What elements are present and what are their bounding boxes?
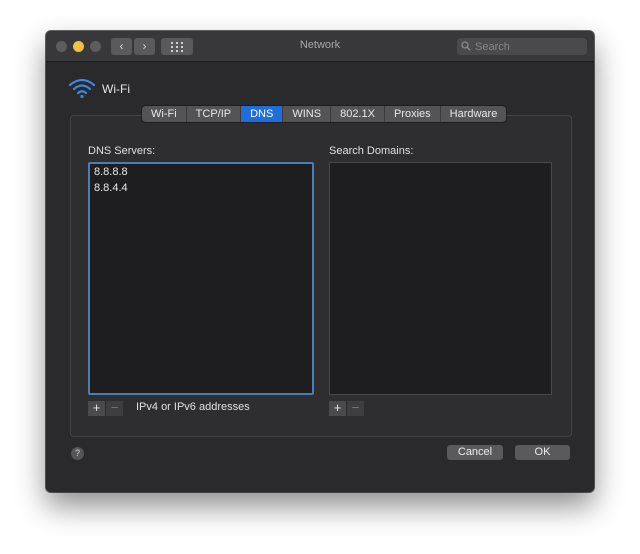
add-dns-button[interactable]: +: [88, 401, 106, 416]
dns-add-remove-control: + −: [88, 401, 123, 416]
cancel-button[interactable]: Cancel: [447, 445, 503, 460]
ok-button[interactable]: OK: [515, 445, 570, 460]
list-item[interactable]: 8.8.4.4: [90, 180, 312, 196]
remove-domain-button[interactable]: −: [347, 401, 364, 416]
tab-tcpip[interactable]: TCP/IP: [187, 106, 242, 122]
search-domains-label: Search Domains:: [329, 145, 414, 157]
tab-wifi[interactable]: Wi-Fi: [142, 106, 187, 122]
titlebar: ‹ › Network: [46, 31, 594, 62]
tab-proxies[interactable]: Proxies: [385, 106, 441, 122]
interface-name: Wi-Fi: [102, 82, 130, 96]
network-window: ‹ › Network Wi-Fi Wi-Fi TCP/IP DNS WINS: [46, 31, 594, 492]
dns-hint: IPv4 or IPv6 addresses: [136, 401, 250, 413]
tab-hardware[interactable]: Hardware: [441, 106, 507, 122]
wifi-icon: [68, 78, 96, 99]
search-icon: [461, 41, 471, 51]
search-input[interactable]: [457, 38, 587, 55]
dns-servers-label: DNS Servers:: [88, 145, 156, 157]
tab-dns[interactable]: DNS: [241, 106, 284, 122]
tab-wins[interactable]: WINS: [283, 106, 332, 122]
domain-add-remove-control: + −: [329, 401, 364, 416]
tab-8021x[interactable]: 802.1X: [331, 106, 385, 122]
add-domain-button[interactable]: +: [329, 401, 347, 416]
dns-servers-list[interactable]: 8.8.8.8 8.8.4.4: [88, 162, 314, 395]
tab-bar: Wi-Fi TCP/IP DNS WINS 802.1X Proxies Har…: [142, 106, 507, 122]
help-button[interactable]: ?: [71, 447, 84, 460]
remove-dns-button[interactable]: −: [106, 401, 123, 416]
list-item[interactable]: 8.8.8.8: [90, 164, 312, 180]
search-domains-list[interactable]: [329, 162, 552, 395]
